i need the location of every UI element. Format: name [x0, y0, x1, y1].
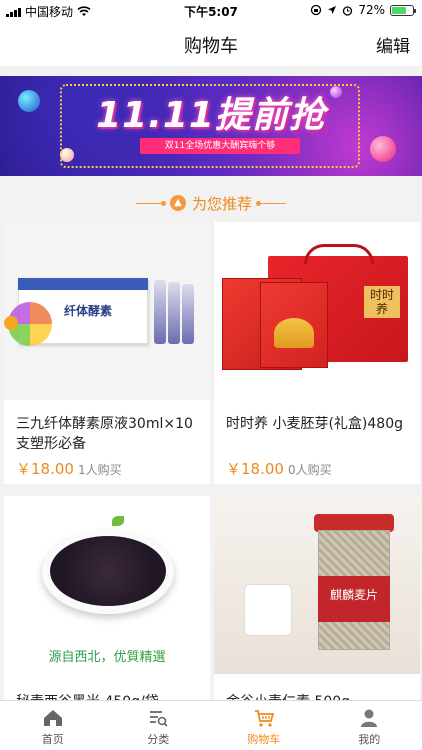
thumbs-up-icon: ▲ — [169, 195, 186, 211]
product-card[interactable]: 纤体酵素 三九纤体酵素原液30ml×10支塑形必备 ￥18.00 1人购买 — [4, 222, 210, 484]
tab-category[interactable]: 分类 — [106, 701, 212, 750]
product-price: ￥18.00 — [16, 460, 74, 478]
status-bar: 中国移动 下午5:07 72% — [0, 0, 422, 22]
tab-profile[interactable]: 我的 — [317, 701, 422, 750]
price-row: ￥18.00 0人购买 — [226, 458, 332, 479]
battery-icon — [390, 4, 416, 16]
promo-banner[interactable]: 11.11提前抢 双11全场优惠大酬宾嗨个够 — [0, 76, 422, 176]
price-row: ￥18.00 1人购买 — [16, 458, 122, 479]
product-card[interactable]: 时时养 时时养 小麦胚芽(礼盒)480g ￥18.00 0人购买 — [214, 222, 420, 484]
divider — [256, 200, 286, 206]
product-card[interactable]: 麒麟麦片 金谷小麦仁素 500g — [214, 496, 420, 706]
tab-label: 购物车 — [247, 733, 281, 746]
rotation-lock-icon — [311, 4, 322, 16]
banner-subtitle: 双11全场优惠大酬宾嗨个够 — [140, 138, 300, 154]
product-image-label: 时时养 — [364, 286, 400, 318]
home-icon — [43, 710, 62, 726]
product-name: 时时养 小麦胚芽(礼盒)480g — [226, 416, 403, 432]
product-image-label: 麒麟麦片 — [329, 588, 378, 602]
cart-icon — [254, 710, 274, 727]
banner-title: 11.11提前抢 — [96, 95, 326, 136]
decor-ball-icon — [370, 136, 396, 162]
profile-icon — [361, 709, 378, 727]
location-icon — [328, 6, 337, 14]
battery-percent: 72% — [358, 3, 385, 17]
product-sold-count: 0人购买 — [287, 463, 332, 477]
tab-home[interactable]: 首页 — [0, 701, 106, 750]
product-image: 源自西北，优質精選 — [4, 496, 210, 674]
divider — [135, 200, 166, 206]
product-card[interactable]: 源自西北，优質精選 秘麦西谷黑米 450g/袋 — [4, 496, 210, 706]
status-right: 72% — [310, 3, 416, 17]
product-price: ￥18.00 — [226, 460, 284, 478]
page-title: 购物车 — [184, 36, 238, 57]
recommend-title: 为您推荐 — [191, 194, 252, 213]
product-image: 麒麟麦片 — [214, 496, 420, 674]
tab-label: 首页 — [41, 733, 64, 746]
nav-bar: 购物车 编辑 — [0, 22, 422, 66]
product-sold-count: 1人购买 — [77, 463, 122, 477]
category-icon — [150, 711, 168, 727]
product-image: 时时养 — [214, 222, 420, 400]
product-image-label: 纤体酵素 — [64, 304, 113, 318]
alarm-icon — [343, 5, 353, 16]
recommend-header: ▲ 为您推荐 — [0, 186, 422, 220]
product-image: 纤体酵素 — [4, 222, 210, 400]
tab-label: 分类 — [147, 733, 170, 746]
product-name: 三九纤体酵素原液30ml×10支塑形必备 — [16, 416, 193, 452]
edit-button[interactable]: 编辑 — [376, 32, 410, 57]
tab-label: 我的 — [358, 733, 381, 746]
cart-screen: 中国移动 下午5:07 72% 购物车 编辑 11.11提前抢 双11全场优惠大… — [0, 0, 422, 750]
product-image-label: 源自西北，优質精選 — [48, 650, 166, 665]
tab-cart[interactable]: 购物车 — [211, 701, 317, 750]
tab-bar: 首页 分类 购物车 我的 — [0, 700, 422, 750]
